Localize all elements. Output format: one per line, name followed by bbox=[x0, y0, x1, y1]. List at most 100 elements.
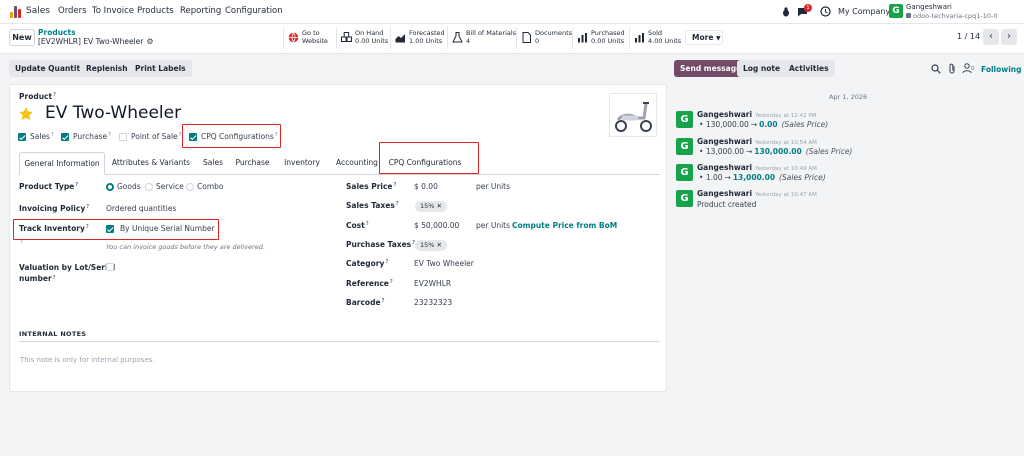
smart-button-documents[interactable]: Documents 0 bbox=[516, 27, 572, 49]
invoicing-policy-value[interactable]: Ordered quantities bbox=[106, 204, 176, 213]
smart-button-sold[interactable]: Sold 4.00 Units bbox=[629, 27, 683, 49]
tracking-change: • 1.00 → 13,000.00 (Sales Price) bbox=[699, 173, 826, 182]
globe-icon bbox=[288, 32, 299, 43]
tab-purchase[interactable]: Purchase bbox=[231, 152, 274, 175]
tab-general-information[interactable]: General Information bbox=[19, 152, 105, 175]
update-quantity-button[interactable]: Update Quantity bbox=[9, 60, 91, 77]
replenish-button[interactable]: Replenish bbox=[80, 60, 134, 77]
product-type-combo-radio[interactable] bbox=[186, 183, 194, 191]
favorite-star-icon[interactable] bbox=[18, 106, 34, 122]
print-labels-button[interactable]: Print Labels bbox=[129, 60, 192, 77]
sales-app-icon[interactable] bbox=[10, 6, 22, 18]
pager-previous-button[interactable]: ‹ bbox=[983, 29, 999, 45]
pager-next-button[interactable]: › bbox=[1001, 29, 1017, 45]
smart-button-purchased[interactable]: Purchased 0.00 Units bbox=[572, 27, 629, 49]
cost-unit: per Units bbox=[476, 221, 511, 230]
flask-icon bbox=[452, 32, 463, 43]
valuation-checkbox[interactable] bbox=[106, 263, 114, 271]
sales-price-label: Sales Price? bbox=[346, 182, 397, 191]
menu-configuration[interactable]: Configuration bbox=[225, 6, 283, 16]
sales-price-unit: per Units bbox=[476, 182, 511, 191]
smart-button-label: Purchased 0.00 Units bbox=[591, 29, 625, 45]
scooter-icon bbox=[615, 102, 652, 132]
pager-value[interactable]: 1 / 14 bbox=[957, 32, 980, 41]
smart-button-label: On Hand 0.00 Units bbox=[355, 29, 389, 45]
category-label: Category? bbox=[346, 259, 389, 268]
message-body: Product created bbox=[697, 200, 757, 209]
cost-value[interactable]: $ 50,000.00 bbox=[414, 221, 459, 230]
chatter-date-separator: Apr 1, 2026 bbox=[829, 93, 868, 101]
tab-sales[interactable]: Sales bbox=[197, 152, 229, 175]
message-avatar: G bbox=[676, 111, 693, 128]
category-value[interactable]: EV Two Wheeler bbox=[414, 259, 474, 268]
product-type-goods-radio[interactable] bbox=[106, 183, 114, 191]
log-note-button[interactable]: Log note bbox=[737, 60, 787, 77]
following-button[interactable]: Following bbox=[981, 65, 1021, 74]
product-name[interactable]: EV Two-Wheeler bbox=[45, 103, 181, 123]
sales-taxes-label: Sales Taxes? bbox=[346, 201, 399, 210]
tab-inventory[interactable]: Inventory bbox=[276, 152, 328, 175]
sales-tax-tag[interactable]: 15% ✕ bbox=[415, 201, 447, 212]
activities-button[interactable]: Activities bbox=[783, 60, 835, 77]
point-of-sale-checkbox[interactable] bbox=[119, 133, 127, 141]
point-of-sale-checkbox-label: Point of Sale? bbox=[131, 132, 182, 141]
product-type-combo-label: Combo bbox=[197, 182, 224, 191]
arrow-right-icon: → bbox=[745, 147, 753, 156]
more-button[interactable]: More ▼ bbox=[685, 30, 723, 45]
purchase-tax-tag[interactable]: 15% ✕ bbox=[415, 240, 447, 251]
chart-area-icon bbox=[395, 34, 405, 43]
menu-products[interactable]: Products bbox=[137, 6, 174, 16]
sales-price-value[interactable]: $ 0.00 bbox=[414, 182, 438, 191]
user-name[interactable]: Gangeshwari bbox=[906, 3, 952, 11]
reference-value[interactable]: EV2WHLR bbox=[414, 279, 451, 288]
user-avatar[interactable]: G bbox=[889, 4, 903, 18]
file-icon bbox=[522, 32, 531, 43]
new-button[interactable]: New bbox=[9, 29, 35, 46]
product-type-service-radio[interactable] bbox=[145, 183, 153, 191]
tab-accounting[interactable]: Accounting bbox=[330, 152, 384, 175]
message-author: Gangeshwari Yesterday at 10:49 AM bbox=[697, 163, 817, 172]
compute-price-from-bom-link[interactable]: Compute Price from BoM bbox=[512, 221, 617, 230]
menu-reporting[interactable]: Reporting bbox=[180, 6, 221, 16]
app-name[interactable]: Sales bbox=[26, 6, 50, 16]
breadcrumb-current: [EV2WHLR] EV Two-Wheeler ⚙ bbox=[38, 37, 154, 46]
purchase-checkbox-label: Purchase? bbox=[73, 132, 111, 141]
smart-button-label: Forecasted 1.00 Units bbox=[409, 29, 445, 45]
arrow-right-icon: → bbox=[750, 120, 758, 129]
highlight-cpq-tab bbox=[379, 142, 479, 174]
company-switcher[interactable]: My Company bbox=[838, 7, 890, 16]
breadcrumb-products[interactable]: Products bbox=[38, 28, 76, 37]
sales-checkbox-label: Sales? bbox=[30, 132, 54, 141]
bug-icon[interactable] bbox=[781, 7, 791, 17]
clock-icon[interactable] bbox=[820, 6, 831, 17]
remove-tag-icon: ✕ bbox=[436, 202, 442, 210]
purchase-checkbox[interactable] bbox=[61, 133, 69, 141]
message-author: Gangeshwari Yesterday at 10:47 AM bbox=[697, 189, 817, 198]
database-icon bbox=[906, 13, 911, 18]
gear-icon[interactable]: ⚙ bbox=[146, 37, 153, 46]
barcode-value[interactable]: 23232323 bbox=[414, 298, 452, 307]
smart-button-bom[interactable]: Bill of Materials 4 bbox=[447, 27, 516, 49]
control-panel: New Products [EV2WHLR] EV Two-Wheeler ⚙ G… bbox=[0, 24, 1024, 54]
product-label: Product? bbox=[19, 92, 56, 101]
tracking-change: • 130,000.00 → 0.00 (Sales Price) bbox=[699, 120, 829, 129]
smart-button-on-hand[interactable]: On Hand 0.00 Units bbox=[336, 27, 390, 49]
product-type-service-label: Service bbox=[156, 182, 184, 191]
tab-attributes-variants[interactable]: Attributes & Variants bbox=[107, 152, 195, 175]
invoice-hint-text: You can invoice goods before they are de… bbox=[106, 243, 265, 251]
sales-checkbox[interactable] bbox=[18, 133, 26, 141]
remove-tag-icon: ✕ bbox=[436, 241, 442, 249]
smart-button-website[interactable]: Go to Website bbox=[283, 27, 336, 49]
invoicing-policy-label: Invoicing Policy? bbox=[19, 204, 90, 213]
help-marker: ? bbox=[20, 240, 23, 246]
product-image[interactable] bbox=[609, 93, 657, 137]
paperclip-icon[interactable] bbox=[947, 63, 957, 74]
cost-label: Cost? bbox=[346, 221, 369, 230]
menu-orders[interactable]: Orders bbox=[58, 6, 87, 16]
internal-notes-field[interactable]: This note is only for internal purposes. bbox=[20, 356, 155, 364]
menu-to-invoice[interactable]: To Invoice bbox=[92, 6, 134, 16]
barcode-label: Barcode? bbox=[346, 298, 385, 307]
tracking-change: • 13,000.00 → 130,000.00 (Sales Price) bbox=[699, 147, 853, 156]
search-icon[interactable] bbox=[931, 64, 941, 74]
smart-button-forecasted[interactable]: Forecasted 1.00 Units bbox=[390, 27, 447, 49]
